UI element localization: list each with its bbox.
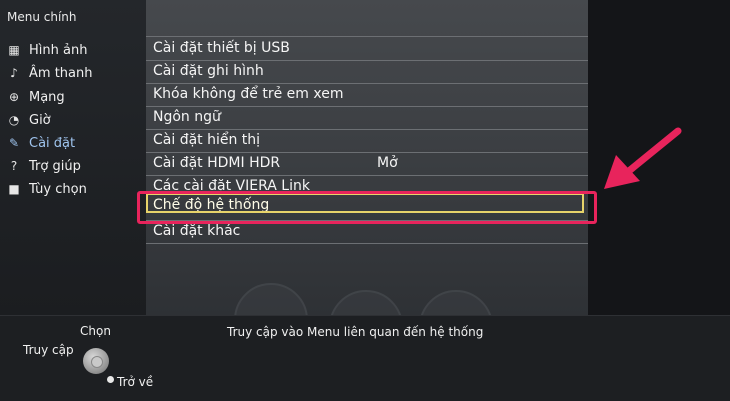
- row-divider: [146, 243, 588, 244]
- pointer-arrow-icon: [604, 127, 682, 189]
- sidebar-item-options[interactable]: ■ Tùy chọn: [7, 180, 87, 198]
- menu-row-usb-setup[interactable]: Cài đặt thiết bị USB: [146, 37, 588, 60]
- options-icon: ■: [8, 182, 20, 196]
- picture-icon: ▦: [8, 43, 20, 57]
- sidebar-item-sound[interactable]: ♪ Âm thanh: [7, 64, 92, 82]
- sidebar-item-label: Mạng: [29, 89, 65, 105]
- menu-title: Menu chính: [7, 10, 77, 24]
- sidebar-item-label: Âm thanh: [29, 65, 93, 81]
- music-note-icon: ♪: [10, 66, 18, 80]
- row-value: Mở: [377, 155, 398, 171]
- main-menu-sidebar: Menu chính ▦ Hình ảnh ♪ Âm thanh ⊕ Mạng …: [0, 0, 146, 315]
- sidebar-item-network[interactable]: ⊕ Mạng: [7, 88, 65, 106]
- row-label: Cài đặt HDMI HDR: [153, 155, 281, 171]
- row-label: Cài đặt thiết bị USB: [153, 40, 290, 56]
- clock-icon: ◔: [8, 113, 20, 127]
- highlight-frame: [137, 191, 597, 224]
- globe-icon: ⊕: [8, 90, 20, 104]
- menu-row-language[interactable]: Ngôn ngữ: [146, 106, 588, 129]
- row-label: Ngôn ngữ: [153, 109, 221, 125]
- select-label: Chọn: [80, 324, 111, 338]
- sidebar-item-picture[interactable]: ▦ Hình ảnh: [7, 41, 87, 59]
- return-label: Trở về: [117, 375, 154, 389]
- question-icon: ?: [10, 159, 18, 173]
- bottom-info-bar: Truy cập vào Menu liên quan đến hệ thống…: [0, 315, 730, 401]
- return-button[interactable]: [107, 376, 114, 383]
- sidebar-item-label: Hình ảnh: [29, 42, 88, 58]
- row-label: Cài đặt khác: [153, 223, 241, 239]
- menu-row-display-settings[interactable]: Cài đặt hiển thị: [146, 129, 588, 152]
- row-label: Khóa không để trẻ em xem: [153, 86, 344, 102]
- access-label: Truy cập: [23, 343, 74, 357]
- wrench-icon: ✎: [8, 136, 20, 150]
- help-hint: Truy cập vào Menu liên quan đến hệ thống: [227, 325, 484, 339]
- row-label: Cài đặt hiển thị: [153, 132, 261, 148]
- sidebar-item-timer[interactable]: ◔ Giờ: [7, 111, 51, 129]
- menu-row-hdmi-hdr[interactable]: Cài đặt HDMI HDR Mở: [146, 152, 588, 175]
- sidebar-item-label: Tùy chọn: [29, 181, 87, 197]
- settings-panel: Cài đặt thiết bị USB Cài đặt ghi hình Kh…: [146, 0, 588, 364]
- menu-row-recording-setup[interactable]: Cài đặt ghi hình: [146, 60, 588, 83]
- sidebar-item-label: Giờ: [29, 112, 51, 128]
- sidebar-item-help[interactable]: ? Trợ giúp: [7, 157, 81, 175]
- sidebar-item-label: Cài đặt: [29, 135, 76, 151]
- sidebar-item-setup[interactable]: ✎ Cài đặt: [7, 134, 75, 152]
- row-label: Cài đặt ghi hình: [153, 63, 264, 79]
- menu-row-child-lock[interactable]: Khóa không để trẻ em xem: [146, 83, 588, 106]
- ok-button[interactable]: [83, 348, 109, 374]
- sidebar-item-label: Trợ giúp: [29, 158, 81, 174]
